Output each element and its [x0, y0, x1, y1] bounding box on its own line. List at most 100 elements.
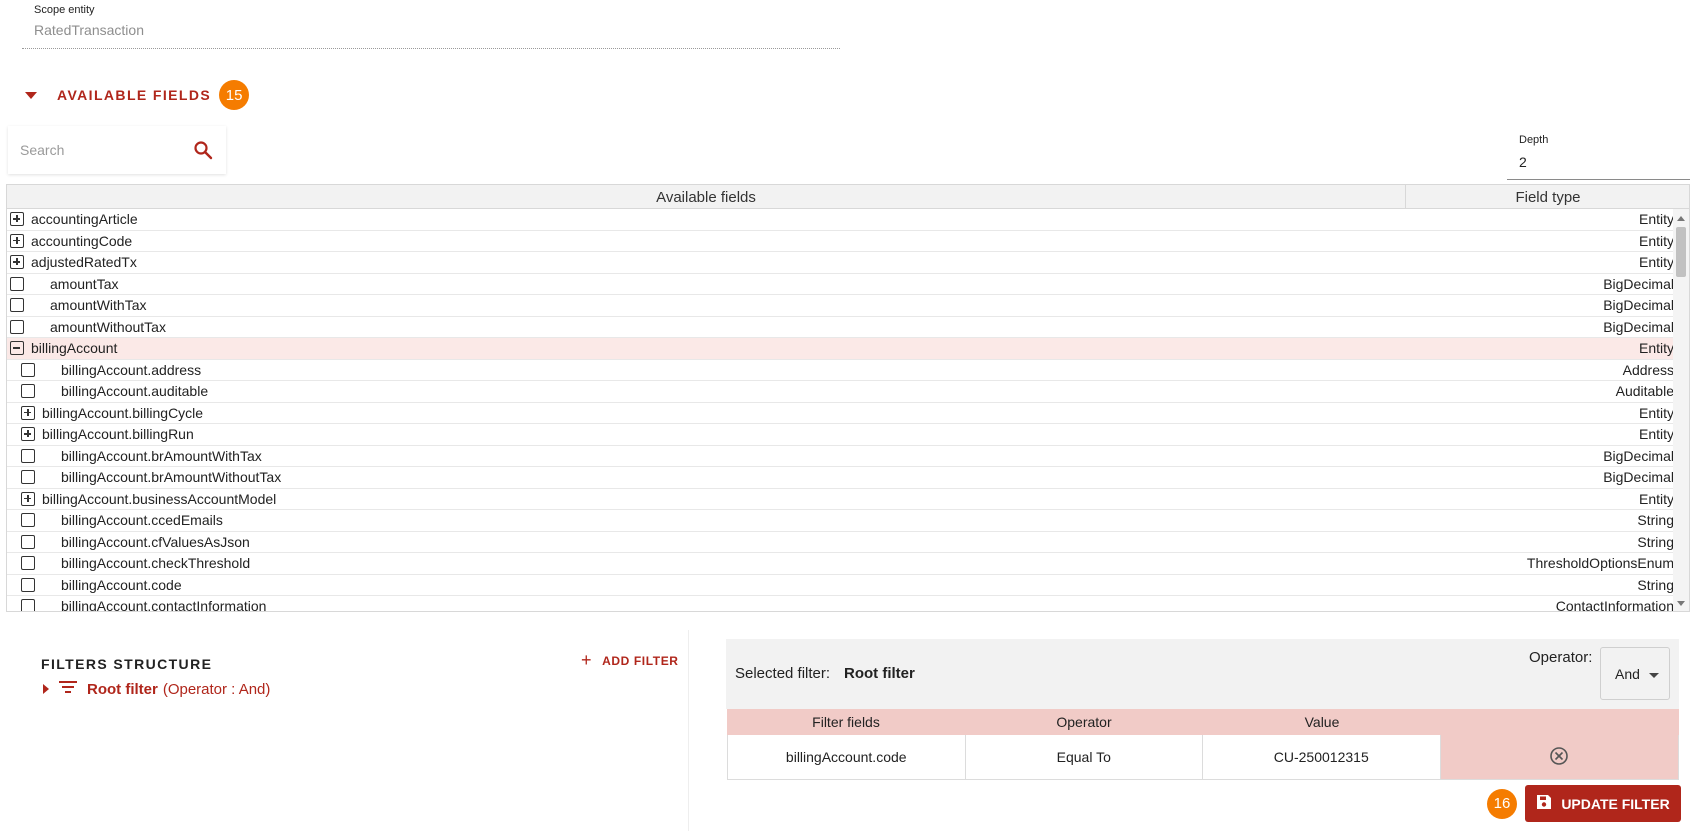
available-fields-title: AVAILABLE FIELDS — [57, 87, 212, 103]
checkbox[interactable] — [21, 513, 35, 527]
save-icon — [1536, 794, 1552, 813]
checkbox[interactable] — [21, 577, 35, 592]
table-scrollbar[interactable] — [1673, 209, 1689, 611]
column-field-type[interactable]: Field type — [1406, 185, 1689, 209]
field-name: adjustedRatedTx — [31, 254, 137, 270]
field-name: billingAccount.brAmountWithoutTax — [61, 469, 282, 485]
depth-value[interactable]: 2 — [1519, 154, 1527, 170]
field-name: billingAccount.businessAccountModel — [42, 490, 277, 507]
field-type: Entity — [1638, 232, 1674, 249]
expand-icon[interactable] — [10, 212, 24, 226]
field-type: ThresholdOptionsEnum — [1526, 555, 1674, 571]
field-type: String — [1637, 512, 1674, 528]
selected-filter-name: Root filter — [844, 665, 915, 682]
scroll-down-icon[interactable] — [1677, 601, 1685, 606]
scope-entity-field: Scope entity RatedTransaction — [22, 2, 840, 49]
caret-down-icon[interactable] — [25, 91, 37, 99]
field-type: Entity — [1638, 254, 1674, 270]
table-row[interactable]: billingAccount.code String — [7, 575, 1674, 596]
table-row[interactable]: billingAccount.billingCycle Entity — [7, 403, 1674, 424]
table-row[interactable]: amountWithTax BigDecimal — [7, 295, 1674, 317]
scroll-up-icon[interactable] — [1677, 216, 1685, 221]
checkbox[interactable] — [21, 384, 35, 398]
table-row[interactable]: billingAccount.brAmountWithTax BigDecimal — [7, 446, 1674, 467]
update-filter-label: UPDATE FILTER — [1561, 795, 1670, 812]
table-row[interactable]: billingAccount Entity — [7, 338, 1674, 360]
table-row[interactable]: billingAccount.brAmountWithoutTax BigDeci… — [7, 467, 1674, 489]
table-row[interactable]: billingAccount.cfValuesAsJson String — [7, 532, 1674, 553]
field-name: billingAccount.ccedEmails — [61, 512, 223, 528]
expand-icon[interactable] — [21, 405, 35, 420]
checkbox[interactable] — [21, 448, 35, 463]
column-available-fields[interactable]: Available fields — [7, 185, 1406, 209]
add-filter-button[interactable]: + ADD FILTER — [581, 650, 679, 671]
column-actions — [1441, 709, 1679, 735]
table-row[interactable]: billingAccount.billingRun Entity — [7, 424, 1674, 446]
collapse-icon[interactable] — [10, 341, 24, 355]
expand-icon[interactable] — [10, 233, 24, 248]
field-name: billingAccount.auditable — [61, 383, 209, 399]
checkbox[interactable] — [21, 556, 35, 570]
field-type: Entity — [1638, 340, 1674, 356]
root-filter-operator: (Operator : And) — [162, 680, 271, 698]
chevron-down-icon — [1649, 673, 1659, 678]
field-name: amountWithoutTax — [50, 318, 166, 335]
expand-icon[interactable] — [21, 427, 35, 441]
checkbox[interactable] — [21, 470, 35, 484]
table-rows: accountingArticle Entity accountingCode Ent… — [7, 209, 1674, 611]
table-row[interactable]: billingAccount.checkThreshold ThresholdOp… — [7, 553, 1674, 575]
field-type: Auditable — [1615, 383, 1674, 399]
field-name: billingAccount.brAmountWithTax — [61, 447, 262, 464]
field-name: billingAccount.checkThreshold — [61, 555, 251, 571]
caret-right-icon[interactable] — [43, 684, 49, 694]
filter-fields-table: Filter fields Operator Value billingAcco… — [727, 709, 1679, 780]
filter-icon — [59, 680, 77, 698]
checkbox[interactable] — [10, 319, 24, 334]
remove-filter-icon[interactable] — [1549, 746, 1569, 769]
filters-structure-title: FILTERS STRUCTURE — [41, 656, 213, 672]
filter-field-cell: billingAccount.code — [728, 735, 966, 779]
table-row[interactable]: billingAccount.auditable Auditable — [7, 381, 1674, 403]
field-name: billingAccount — [31, 340, 118, 356]
filters-structure-panel: FILTERS STRUCTURE + ADD FILTER Root filt… — [16, 630, 689, 831]
table-row[interactable]: billingAccount.address Address — [7, 360, 1674, 381]
expand-icon[interactable] — [10, 255, 24, 269]
checkbox[interactable] — [21, 599, 35, 611]
filter-table-header: Filter fields Operator Value — [727, 709, 1679, 735]
search-icon[interactable] — [193, 140, 213, 165]
table-row[interactable]: billingAccount.ccedEmails String — [7, 510, 1674, 532]
update-filter-button[interactable]: UPDATE FILTER — [1525, 785, 1681, 822]
table-row[interactable]: amountWithoutTax BigDecimal — [7, 317, 1674, 338]
table-row[interactable]: adjustedRatedTx Entity — [7, 252, 1674, 274]
checkbox[interactable] — [21, 362, 35, 377]
search-input[interactable] — [20, 138, 180, 162]
checkbox[interactable] — [21, 534, 35, 549]
expand-icon[interactable] — [21, 491, 35, 506]
field-type: Address — [1622, 361, 1674, 378]
depth-field[interactable]: Depth 2 — [1507, 130, 1690, 180]
checkbox[interactable] — [10, 298, 24, 312]
table-row[interactable]: accountingArticle Entity — [7, 209, 1674, 231]
available-fields-toggle[interactable]: AVAILABLE FIELDS 15 — [22, 80, 250, 110]
scrollbar-thumb[interactable] — [1676, 227, 1686, 277]
scope-entity-label: Scope entity — [34, 4, 95, 16]
field-type: Entity — [1638, 490, 1674, 507]
update-filter-area: 16 UPDATE FILTER — [1487, 785, 1681, 822]
field-name: billingAccount.billingRun — [42, 426, 194, 442]
root-filter-name: Root filter — [87, 680, 158, 698]
checkbox[interactable] — [10, 276, 24, 291]
table-row[interactable]: billingAccount.contactInformation Contact… — [7, 596, 1674, 611]
field-type: BigDecimal — [1603, 469, 1674, 485]
table-row[interactable]: amountTax BigDecimal — [7, 274, 1674, 295]
table-row[interactable]: billingAccount.businessAccountModel Entit… — [7, 489, 1674, 510]
field-type: String — [1637, 576, 1674, 593]
operator-select[interactable]: And — [1600, 647, 1670, 700]
field-type: Entity — [1638, 426, 1674, 442]
column-filter-fields: Filter fields — [812, 714, 880, 730]
scope-entity-value: RatedTransaction — [34, 22, 144, 38]
selected-filter-panel: Selected filter: Root filter Operator: A… — [726, 639, 1679, 709]
table-row[interactable]: accountingCode Entity — [7, 231, 1674, 252]
root-filter-node[interactable]: Root filter (Operator : And) — [41, 680, 270, 698]
field-type: BigDecimal — [1603, 318, 1674, 335]
field-name: amountTax — [50, 275, 119, 292]
